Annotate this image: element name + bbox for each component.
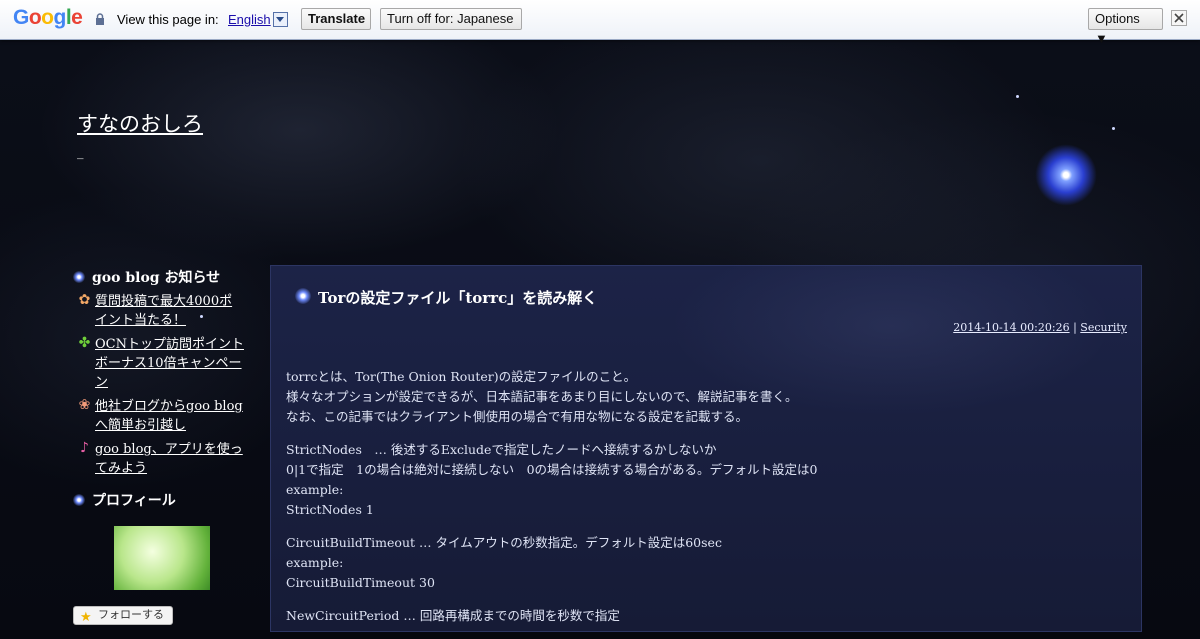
follow-button-label: フォローする (98, 609, 164, 621)
post-line: StrictNodes … 後述するExcludeで指定したノードへ接続するかし… (286, 442, 717, 457)
lock-icon (96, 13, 104, 25)
close-icon (1174, 13, 1184, 23)
post-paragraph: StrictNodes … 後述するExcludeで指定したノードへ接続するかし… (286, 440, 1126, 520)
post-line: 0|1で指定 1の場合は絶対に接続しない 0の場合は接続する場合がある。デフォル… (286, 462, 818, 477)
notice-item[interactable]: ✿ 質問投稿で最大4000ポイント当たる！ (77, 292, 245, 330)
turn-off-translation-button[interactable]: Turn off for: Japanese (380, 8, 522, 30)
notice-heading: goo blog お知らせ (73, 267, 220, 287)
language-dropdown-icon[interactable] (273, 12, 288, 27)
language-select[interactable]: English (228, 12, 271, 27)
star-icon: ★ (80, 609, 92, 624)
music-note-icon: ♪ (80, 440, 89, 456)
translate-button[interactable]: Translate (301, 8, 371, 30)
post-paragraph: CircuitBuildTimeout … タイムアウトの秒数指定。デフォルト設… (286, 533, 1126, 593)
notice-link[interactable]: 他社ブログからgoo blogへ簡単お引越し (95, 397, 245, 435)
post-datetime-link[interactable]: 2014-10-14 00:20:26 (953, 321, 1069, 334)
blog-title[interactable]: すなのおしろ (77, 108, 203, 138)
post-line: CircuitBuildTimeout … タイムアウトの秒数指定。デフォルト設… (286, 535, 722, 550)
post-line: example: (286, 555, 344, 570)
post-line: 様々なオプションが設定できるが、日本語記事をあまり目にしないので、解説記事を書く… (286, 389, 798, 404)
post-line: StrictNodes 1 (286, 502, 374, 517)
notice-heading-text: goo blog お知らせ (92, 270, 221, 286)
star-bullet-icon (295, 288, 311, 304)
flower-icon: ❀ (78, 397, 91, 413)
notice-link[interactable]: goo blog、アプリを使ってみよう (95, 440, 245, 478)
post-line: なお、この記事ではクライアント側使用の場合で有用な物になる設定を記載する。 (286, 409, 749, 424)
post-line: CircuitBuildTimeout 30 (286, 575, 435, 590)
post-line: example: (286, 482, 344, 497)
article-panel: Torの設定ファイル「torrc」を読み解く 2014-10-14 00:20:… (270, 265, 1142, 632)
kitsune-icon: ✿ (78, 292, 91, 308)
star-decoration (1112, 127, 1115, 130)
post-title-text: Torの設定ファイル「torrc」を読み解く (318, 289, 598, 307)
post-title: Torの設定ファイル「torrc」を読み解く (295, 287, 597, 308)
view-page-label: View this page in: (117, 12, 219, 27)
blog-subtitle: _ (77, 145, 84, 160)
google-logo: Google (13, 6, 83, 29)
notice-item[interactable]: ♪ goo blog、アプリを使ってみよう (77, 440, 245, 478)
post-paragraph: torrcとは、Tor(The Onion Router)の設定ファイルのこと。… (286, 367, 1126, 427)
follow-button[interactable]: ★ フォローする (73, 606, 173, 625)
close-translate-bar-button[interactable] (1171, 10, 1187, 26)
clover-icon: ✤ (78, 335, 91, 351)
star-bullet-icon (73, 271, 85, 283)
translate-bar: Google View this page in: English Transl… (0, 0, 1200, 46)
profile-heading: プロフィール (73, 490, 176, 510)
bright-star-decoration (1035, 144, 1097, 206)
profile-image[interactable] (114, 526, 210, 590)
notice-item[interactable]: ✤ OCNトップ訪問ポイントボーナス10倍キャンペーン (77, 335, 245, 392)
options-button[interactable]: Options ▼ (1088, 8, 1163, 46)
notice-link[interactable]: 質問投稿で最大4000ポイント当たる！ (95, 292, 245, 330)
star-bullet-icon (73, 494, 85, 506)
post-paragraph: NewCircuitPeriod … 回路再構成までの時間を秒数で指定 (286, 606, 1126, 626)
star-decoration (1016, 95, 1019, 98)
post-category-link[interactable]: Security (1080, 321, 1127, 334)
notice-link[interactable]: OCNトップ訪問ポイントボーナス10倍キャンペーン (95, 335, 245, 392)
meta-separator: | (1073, 321, 1077, 334)
post-line: torrcとは、Tor(The Onion Router)の設定ファイルのこと。 (286, 369, 637, 384)
post-meta: 2014-10-14 00:20:26 | Security (953, 321, 1127, 334)
post-body: torrcとは、Tor(The Onion Router)の設定ファイルのこと。… (286, 367, 1126, 639)
post-line: NewCircuitPeriod … 回路再構成までの時間を秒数で指定 (286, 608, 620, 623)
profile-heading-text: プロフィール (92, 493, 176, 509)
notice-item[interactable]: ❀ 他社ブログからgoo blogへ簡単お引越し (77, 397, 245, 435)
